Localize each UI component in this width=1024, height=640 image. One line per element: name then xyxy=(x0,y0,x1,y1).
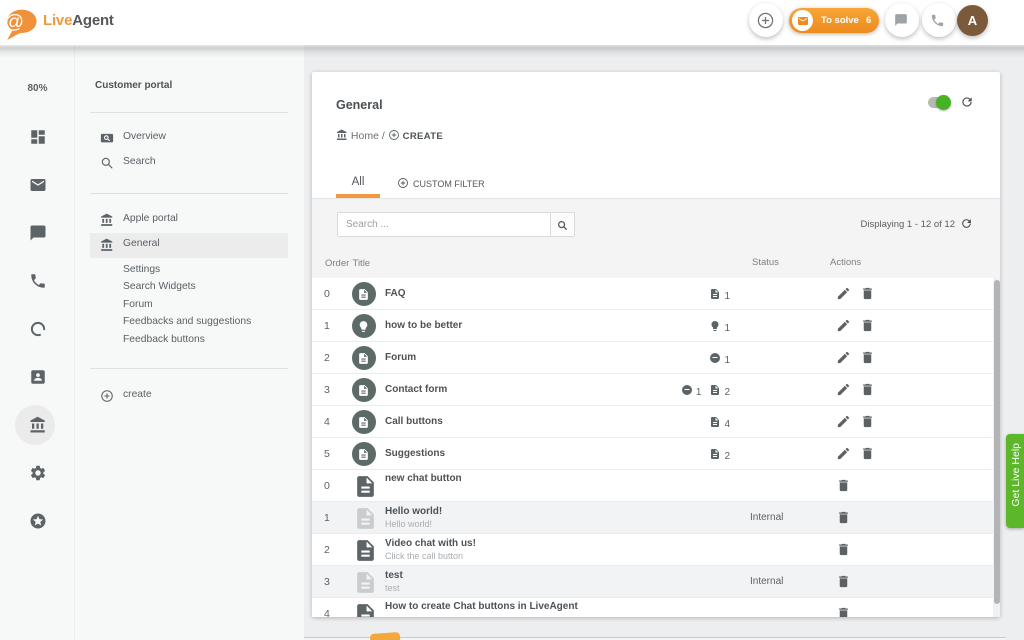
svg-text:@: @ xyxy=(4,11,24,33)
